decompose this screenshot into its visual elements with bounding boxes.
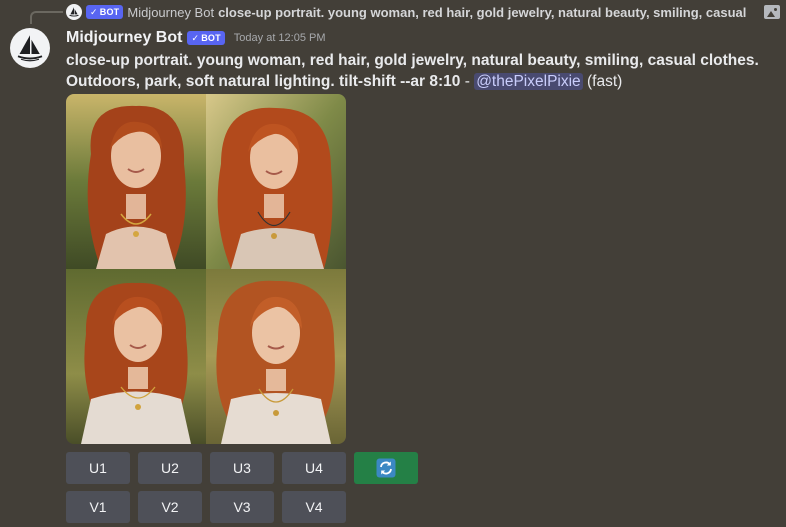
grid-image-3[interactable]: [66, 269, 206, 444]
message-header: Midjourney Bot ✓ BOT Today at 12:05 PM: [66, 28, 326, 48]
bot-tag: ✓ BOT: [187, 31, 225, 45]
verified-check-icon: ✓: [90, 6, 98, 17]
avatar[interactable]: [10, 28, 50, 68]
variation-button-row: V1 V2 V3 V4: [66, 491, 346, 523]
upscale-button-row: U1 U2 U3 U4: [66, 452, 418, 484]
upscale-button-4[interactable]: U4: [282, 452, 346, 484]
timestamp[interactable]: Today at 12:05 PM: [234, 32, 326, 44]
refresh-icon: [376, 458, 396, 478]
reply-preview[interactable]: ✓ BOT Midjourney Bot close-up portrait. y…: [66, 3, 780, 21]
grid-image-4[interactable]: [206, 269, 346, 444]
message-content: close-up portrait. young woman, red hair…: [66, 50, 766, 92]
reply-author[interactable]: Midjourney Bot: [127, 5, 214, 20]
author-name[interactable]: Midjourney Bot: [66, 29, 182, 47]
reply-bot-tag-label: BOT: [99, 7, 120, 17]
image-icon: [764, 5, 780, 19]
user-mention[interactable]: @thePixelPixie: [474, 73, 583, 90]
prompt-text: close-up portrait. young woman, red hair…: [66, 52, 759, 90]
sailboat-icon: [17, 35, 43, 62]
verified-check-icon: ✓: [191, 32, 200, 43]
image-grid[interactable]: [66, 94, 346, 444]
reply-bot-tag: ✓ BOT: [86, 5, 124, 19]
variation-button-1[interactable]: V1: [66, 491, 130, 523]
chat-message: ✓ BOT Midjourney Bot close-up portrait. y…: [0, 0, 786, 527]
upscale-button-1[interactable]: U1: [66, 452, 130, 484]
reply-connector: [30, 11, 63, 24]
variation-button-3[interactable]: V3: [210, 491, 274, 523]
upscale-button-2[interactable]: U2: [138, 452, 202, 484]
reroll-button[interactable]: [354, 452, 418, 484]
grid-image-2[interactable]: [206, 94, 346, 269]
reply-text[interactable]: close-up portrait. young woman, red hair…: [218, 5, 746, 20]
bot-tag-label: BOT: [201, 33, 221, 43]
mode-label: (fast): [586, 73, 623, 90]
reply-avatar[interactable]: [66, 4, 82, 20]
separator: -: [460, 73, 475, 90]
grid-image-1[interactable]: [66, 94, 206, 269]
variation-button-4[interactable]: V4: [282, 491, 346, 523]
sailboat-icon: [69, 7, 79, 17]
upscale-button-3[interactable]: U3: [210, 452, 274, 484]
variation-button-2[interactable]: V2: [138, 491, 202, 523]
